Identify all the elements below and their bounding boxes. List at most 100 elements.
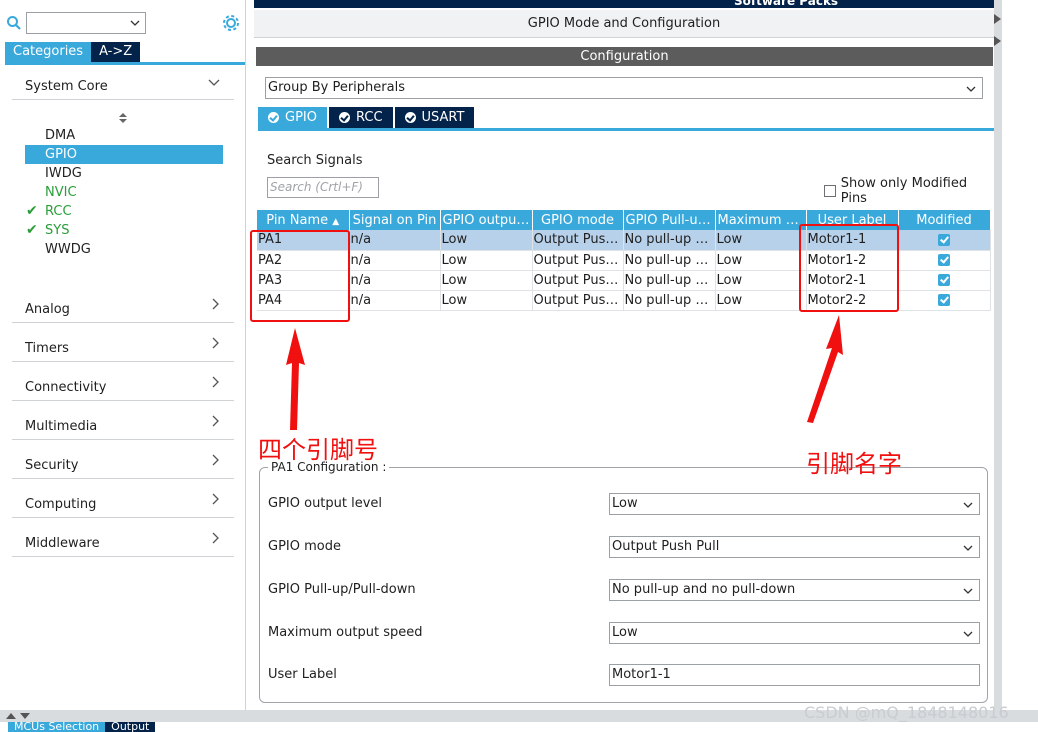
col-gpio-mode[interactable]: GPIO mode	[532, 210, 624, 230]
software-packs-tab[interactable]: Software Packs	[734, 0, 838, 8]
tab-a-z[interactable]: A->Z	[91, 42, 141, 62]
group-system-core[interactable]: System Core	[12, 72, 234, 100]
cell-mode: Output Push...	[532, 270, 624, 291]
chevron-down-icon	[962, 498, 974, 518]
check-circle-icon	[338, 112, 350, 123]
col-modified[interactable]: Modified	[898, 210, 991, 230]
group-by-select[interactable]: Group By Peripherals	[265, 77, 983, 99]
cell-signal: n/a	[349, 230, 441, 251]
configuration-title: Configuration	[256, 47, 993, 66]
sidebar-item-dma[interactable]: DMA	[25, 126, 223, 145]
field-label: GPIO Pull-up/Pull-down	[268, 582, 416, 597]
chevron-right-icon	[212, 376, 220, 392]
cell-pull: No pull-up an...	[623, 270, 716, 291]
tab-underline	[5, 62, 245, 65]
pin-configuration-group: PA1 Configuration : GPIO output level Lo…	[259, 460, 988, 703]
col-max-speed[interactable]: Maximum ou...	[715, 210, 807, 230]
category-tabs: Categories A->Z	[5, 42, 141, 62]
chevron-down-icon	[962, 541, 974, 561]
field-label: GPIO output level	[268, 496, 383, 511]
tab-usart[interactable]: USART	[394, 107, 475, 128]
chevron-down-icon	[962, 627, 974, 647]
max-speed-select[interactable]: Low	[609, 622, 980, 644]
cell-speed: Low	[715, 270, 807, 291]
check-circle-icon	[268, 112, 279, 123]
sidebar-item-gpio[interactable]: GPIO	[25, 145, 223, 164]
tab-mcus-selection[interactable]: MCUs Selection	[8, 722, 106, 732]
show-modified-checkbox[interactable]: Show only Modified Pins	[824, 176, 994, 206]
labels-highlight-box	[799, 224, 899, 312]
checked-checkbox[interactable]	[938, 233, 950, 246]
pull-select[interactable]: No pull-up and no pull-down	[609, 579, 980, 601]
group-middleware[interactable]: Middleware	[12, 529, 234, 557]
tab-underline	[258, 128, 994, 131]
mode-config-title: GPIO Mode and Configuration	[254, 10, 994, 38]
cell-modified	[898, 250, 991, 271]
group-label: Security	[25, 458, 79, 473]
search-icon[interactable]	[6, 15, 22, 31]
group-label: Analog	[25, 302, 70, 317]
sort-asc-icon: ▲	[332, 216, 340, 227]
pins-highlight-box	[250, 230, 350, 322]
user-label-input[interactable]: Motor1-1	[609, 664, 980, 686]
cell-signal: n/a	[349, 250, 441, 271]
cell-signal: n/a	[349, 290, 441, 311]
cell-pull: No pull-up an...	[623, 230, 716, 251]
chevron-down-icon	[962, 584, 974, 604]
check-circle-icon	[404, 112, 416, 123]
tab-categories[interactable]: Categories	[5, 42, 92, 62]
cell-mode: Output Push...	[532, 230, 624, 251]
cell-signal: n/a	[349, 270, 441, 291]
cell-level: Low	[440, 270, 533, 291]
cell-speed: Low	[715, 250, 807, 271]
arrow-up-icon	[807, 315, 843, 423]
gear-icon[interactable]	[222, 14, 240, 36]
check-icon: ✔	[26, 203, 38, 219]
check-icon: ✔	[26, 222, 38, 238]
sidebar-item-sys[interactable]: ✔ SYS	[25, 221, 223, 240]
tab-rcc[interactable]: RCC	[328, 107, 393, 128]
checked-checkbox[interactable]	[938, 254, 950, 266]
checkbox[interactable]	[824, 185, 836, 197]
splitter[interactable]	[994, 0, 1002, 710]
chevron-right-icon	[212, 532, 220, 548]
group-timers[interactable]: Timers	[12, 334, 234, 362]
tab-output[interactable]: Output	[105, 722, 156, 732]
field-label: Maximum output speed	[268, 625, 423, 640]
col-pin-name[interactable]: Pin Name ▲	[257, 210, 350, 230]
cell-pull: No pull-up an...	[623, 250, 716, 271]
cell-modified	[898, 290, 991, 311]
group-analog[interactable]: Analog	[12, 295, 234, 323]
search-combobox[interactable]	[26, 12, 146, 34]
chevron-down-icon	[129, 17, 141, 33]
cell-level: Low	[440, 290, 533, 311]
chevron-down-icon	[208, 76, 220, 91]
sidebar-item-rcc[interactable]: ✔ RCC	[25, 202, 223, 221]
search-signals-label: Search Signals	[267, 153, 363, 168]
output-level-select[interactable]: Low	[609, 493, 980, 515]
right-panel: Software Packs GPIO Mode and Configurati…	[254, 0, 994, 710]
col-signal[interactable]: Signal on Pin	[349, 210, 441, 230]
cell-pull: No pull-up an...	[623, 290, 716, 311]
group-security[interactable]: Security	[12, 451, 234, 479]
sidebar-item-wwdg[interactable]: WWDG	[25, 240, 223, 259]
col-output-level[interactable]: GPIO output ...	[440, 210, 533, 230]
search-signals-input[interactable]: Search (Crtl+F)	[267, 177, 379, 198]
col-pull[interactable]: GPIO Pull-up...	[623, 210, 716, 230]
pins-annotation: 四个引脚号	[258, 436, 378, 464]
bottom-tabs: MCUs Selection Output	[8, 722, 156, 732]
chevron-right-icon	[212, 298, 220, 314]
group-connectivity[interactable]: Connectivity	[12, 373, 234, 401]
cell-level: Low	[440, 230, 533, 251]
checked-checkbox[interactable]	[938, 294, 950, 306]
group-multimedia[interactable]: Multimedia	[12, 412, 234, 440]
watermark: CSDN @mQ_1848148016	[804, 703, 1009, 722]
checked-checkbox[interactable]	[938, 274, 950, 286]
tab-gpio[interactable]: GPIO	[258, 107, 327, 128]
gpio-mode-select[interactable]: Output Push Pull	[609, 536, 980, 558]
sidebar-item-iwdg[interactable]: IWDG	[25, 164, 223, 183]
sidebar-item-nvic[interactable]: NVIC	[25, 183, 223, 202]
chevron-right-icon	[212, 337, 220, 353]
group-computing[interactable]: Computing	[12, 490, 234, 518]
group-label: System Core	[25, 79, 108, 94]
